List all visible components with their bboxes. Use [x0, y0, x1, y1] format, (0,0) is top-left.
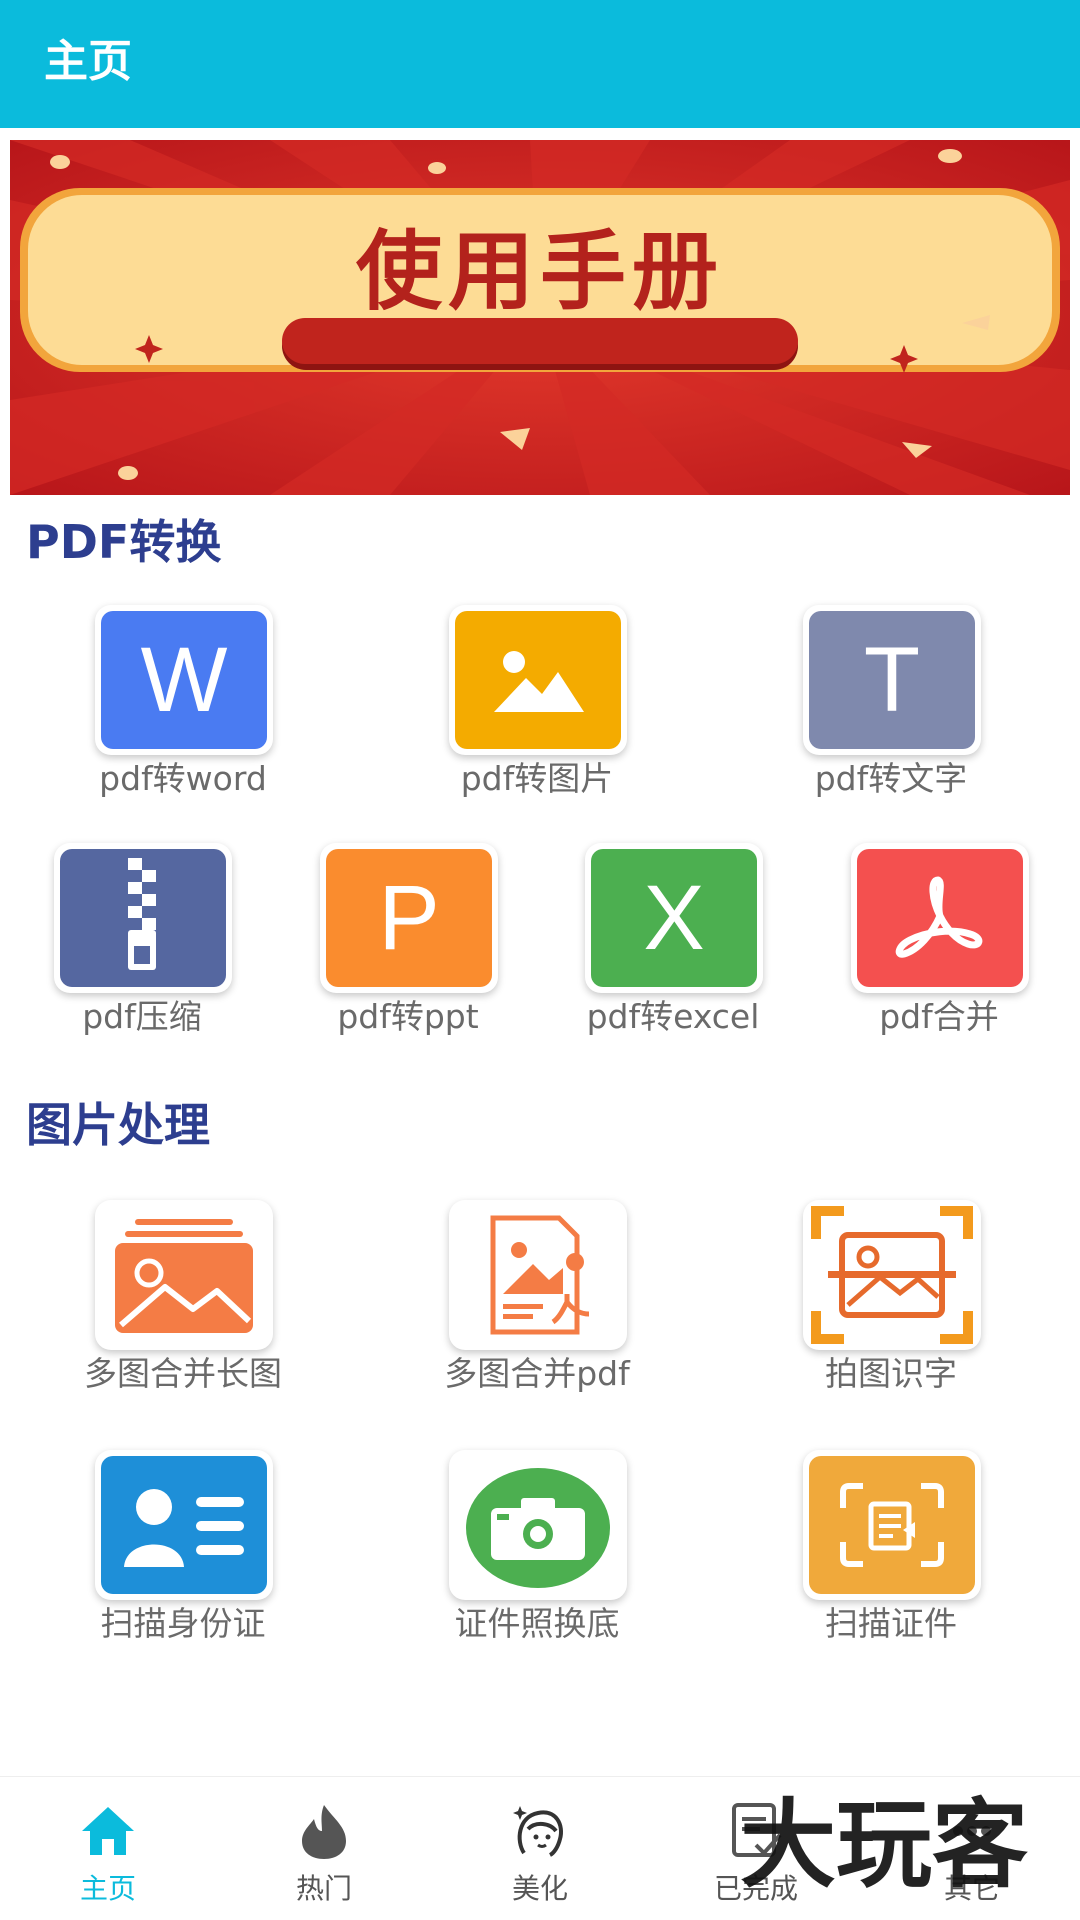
photo-ocr-icon-frame: [803, 1200, 981, 1350]
tile-label: pdf合并: [879, 997, 999, 1036]
nav-label: 美化: [511, 1872, 568, 1905]
scan-document-icon-frame: [803, 1450, 981, 1600]
pdf-to-image-icon-frame: [449, 605, 627, 755]
word-letter: W: [140, 629, 228, 731]
tile-label: 多图合并pdf: [444, 1354, 630, 1393]
flame-icon: [302, 1805, 346, 1859]
tile-label: pdf转word: [99, 759, 267, 798]
id-photo-background-icon-frame: [449, 1450, 627, 1600]
section-title-pdf-conversion: PDF转换: [26, 515, 222, 569]
tile-label: 扫描证件: [825, 1604, 957, 1643]
stacked-images-icon: [101, 1206, 267, 1344]
home-icon: [82, 1807, 134, 1855]
zip-icon: [60, 849, 226, 987]
id-card-icon: [101, 1456, 267, 1594]
text-letter: T: [863, 629, 921, 731]
beauty-face-icon: [513, 1806, 563, 1857]
page-title: 主页: [44, 36, 132, 87]
tile-label: 多图合并长图: [84, 1354, 282, 1393]
pdf-compress-icon-frame: [54, 843, 232, 993]
user-manual-banner[interactable]: 使用手册: [10, 140, 1070, 495]
nav-item-hot[interactable]: 热门: [216, 1777, 432, 1920]
text-icon: T: [809, 611, 975, 749]
pdf-to-ppt-icon-frame: P: [320, 843, 498, 993]
nav-item-home[interactable]: 主页: [0, 1777, 216, 1920]
top-app-bar: 主页: [0, 0, 1080, 128]
watermark-logo: 大玩客: [740, 1788, 1028, 1901]
ppt-icon: P: [326, 849, 492, 987]
pdf-to-text-icon-frame: T: [803, 605, 981, 755]
nav-item-beautify[interactable]: 美化: [432, 1777, 648, 1920]
banner-title: 使用手册: [356, 222, 724, 322]
image-icon: [455, 611, 621, 749]
pdf-to-word-icon-frame: W: [95, 605, 273, 755]
tile-label: 拍图识字: [825, 1354, 957, 1393]
pdf-merge-icon-frame: [851, 843, 1029, 993]
scan-document-icon: [809, 1456, 975, 1594]
tile-label: pdf转文字: [814, 759, 968, 798]
merge-images-pdf-icon-frame: [449, 1200, 627, 1350]
nav-label: 热门: [295, 1872, 352, 1905]
scan-id-card-icon-frame: [95, 1450, 273, 1600]
tile-label: 扫描身份证: [100, 1604, 266, 1643]
section-title-image-processing: 图片处理: [26, 1098, 210, 1152]
tile-label: 证件照换底: [454, 1604, 620, 1643]
scan-image-icon: [809, 1206, 975, 1344]
excel-icon: X: [591, 849, 757, 987]
camera-icon: [455, 1456, 621, 1594]
word-icon: W: [101, 611, 267, 749]
tile-label: pdf转图片: [460, 759, 614, 798]
ppt-letter: P: [378, 867, 440, 969]
image-to-pdf-icon: [455, 1206, 621, 1344]
pdf-to-excel-icon-frame: X: [585, 843, 763, 993]
excel-letter: X: [643, 867, 705, 969]
merge-long-image-icon-frame: [95, 1200, 273, 1350]
nav-label: 主页: [79, 1872, 136, 1905]
acrobat-icon: [857, 849, 1023, 987]
